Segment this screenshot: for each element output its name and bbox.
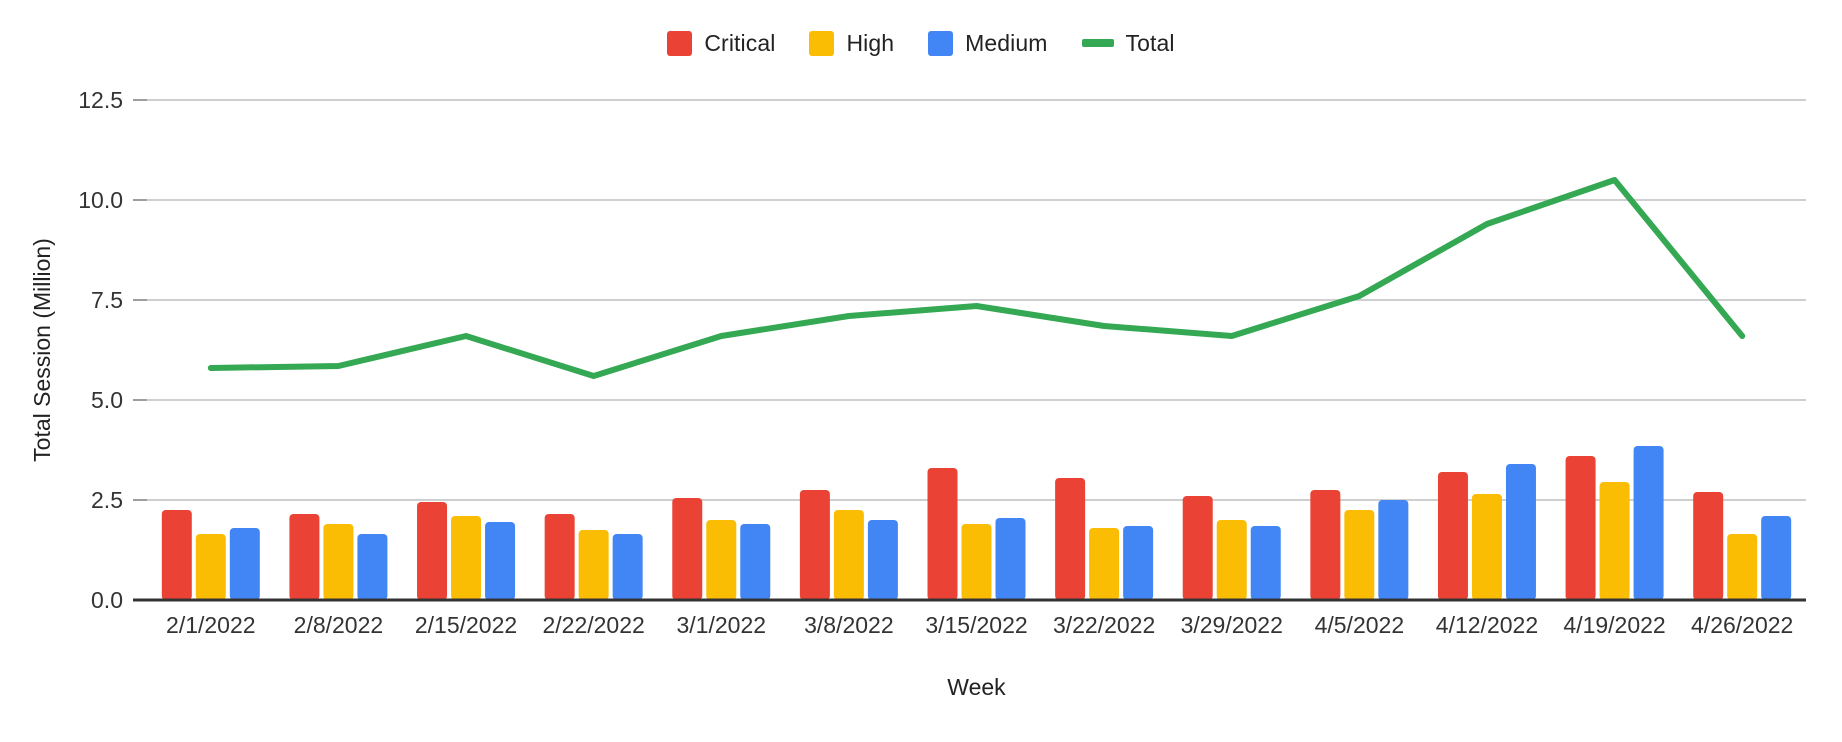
bar-critical-4/19/2022[interactable] (1565, 456, 1596, 600)
bar-critical-2/15/2022[interactable] (417, 502, 448, 600)
bar-high-4/12/2022[interactable] (1471, 494, 1502, 600)
bar-high-2/22/2022[interactable] (578, 530, 609, 600)
chart-canvas: 0.02.55.07.510.012.5 2/1/2022 2/8/2022 2/1… (29, 87, 1806, 700)
x-tick-label: 4/26/2022 (1691, 612, 1793, 638)
x-tick-label: 3/29/2022 (1181, 612, 1283, 638)
plot-area: 0.0 2.5 5.0 7.5 10.0 12.5 2/1/2022 2/8/2022 2/1… (0, 0, 1842, 742)
bar-medium-3/1/2022[interactable] (740, 524, 771, 600)
bar-critical-2/8/2022[interactable] (289, 514, 320, 600)
y-tick-label: 0.0 (91, 587, 123, 613)
x-tick-label: 4/19/2022 (1563, 612, 1665, 638)
bar-high-2/15/2022[interactable] (451, 516, 482, 600)
bar-high-3/1/2022[interactable] (706, 520, 737, 600)
bar-medium-2/15/2022[interactable] (485, 522, 516, 600)
x-tick-label: 2/1/2022 (166, 612, 256, 638)
x-tick-label: 4/12/2022 (1436, 612, 1538, 638)
bar-medium-4/5/2022[interactable] (1378, 500, 1409, 600)
bar-critical-4/5/2022[interactable] (1310, 490, 1341, 600)
x-tick-label: 2/15/2022 (415, 612, 517, 638)
bar-critical-2/1/2022[interactable] (161, 510, 192, 600)
x-axis-ticks: 2/1/2022 2/8/2022 2/15/2022 2/22/2022 3/1/20… (166, 612, 1793, 638)
bar-medium-3/22/2022[interactable] (1123, 526, 1154, 600)
bar-medium-2/22/2022[interactable] (612, 534, 643, 600)
bar-critical-3/22/2022[interactable] (1055, 478, 1086, 600)
bar-medium-3/15/2022[interactable] (995, 518, 1026, 600)
bar-medium-3/8/2022[interactable] (867, 520, 898, 600)
bar-high-3/8/2022[interactable] (833, 510, 864, 600)
bar-critical-3/8/2022[interactable] (799, 490, 830, 600)
bar-high-4/5/2022[interactable] (1344, 510, 1375, 600)
y-tick-label: 2.5 (91, 487, 123, 513)
x-tick-label: 3/15/2022 (925, 612, 1027, 638)
bar-medium-4/12/2022[interactable] (1505, 464, 1536, 600)
bar-medium-2/8/2022[interactable] (357, 534, 388, 600)
x-tick-label: 3/22/2022 (1053, 612, 1155, 638)
y-tick-label: 5.0 (91, 387, 123, 413)
bar-critical-3/29/2022[interactable] (1182, 496, 1213, 600)
x-tick-label: 2/8/2022 (294, 612, 384, 638)
y-tick-label: 12.5 (78, 87, 123, 113)
y-tick-label: 7.5 (91, 287, 123, 313)
y-axis-ticks: 0.0 2.5 5.0 7.5 10.0 12.5 (78, 87, 123, 613)
total-series-line[interactable] (207, 177, 1746, 379)
bar-critical-3/1/2022[interactable] (672, 498, 703, 600)
bar-medium-3/29/2022[interactable] (1250, 526, 1281, 600)
gridlines-group (133, 99, 1806, 501)
total-line-group (207, 177, 1746, 379)
bar-critical-4/26/2022[interactable] (1693, 492, 1724, 600)
chart-container: Critical High Medium Total 0.0 2.5 5.0 7.5 10.0… (0, 0, 1842, 742)
bar-critical-4/12/2022[interactable] (1437, 472, 1468, 600)
bar-high-3/22/2022[interactable] (1089, 528, 1120, 600)
bar-high-4/19/2022[interactable] (1599, 482, 1630, 600)
bar-high-3/29/2022[interactable] (1216, 520, 1247, 600)
x-tick-label: 3/8/2022 (804, 612, 894, 638)
bar-critical-2/22/2022[interactable] (544, 514, 575, 600)
y-axis-title: Total Session (Million) (29, 238, 55, 462)
x-tick-label: 4/5/2022 (1315, 612, 1405, 638)
bar-critical-3/15/2022[interactable] (927, 468, 958, 600)
bar-medium-2/1/2022[interactable] (229, 528, 260, 600)
x-tick-label: 3/1/2022 (677, 612, 767, 638)
bars-group (161, 446, 1792, 600)
y-tick-label: 10.0 (78, 187, 123, 213)
bar-high-2/1/2022[interactable] (195, 534, 226, 600)
x-axis-title: Week (947, 674, 1006, 700)
bar-medium-4/26/2022[interactable] (1761, 516, 1792, 600)
x-tick-label: 2/22/2022 (542, 612, 644, 638)
bar-high-3/15/2022[interactable] (961, 524, 992, 600)
bar-medium-4/19/2022[interactable] (1633, 446, 1664, 600)
bar-high-4/26/2022[interactable] (1727, 534, 1758, 600)
bar-high-2/8/2022[interactable] (323, 524, 354, 600)
